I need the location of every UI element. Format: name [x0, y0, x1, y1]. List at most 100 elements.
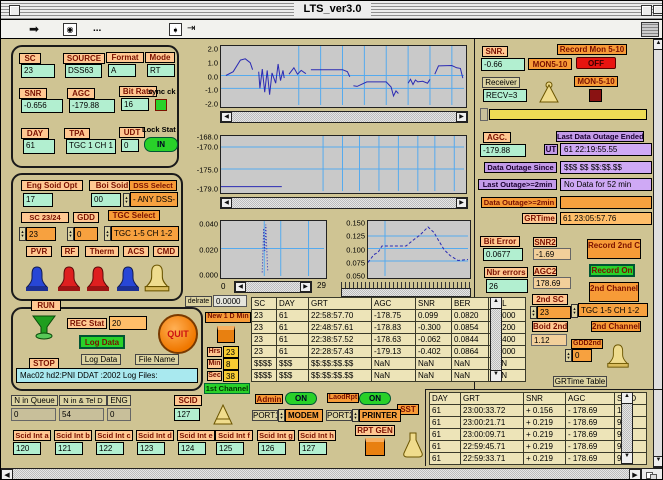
- day-field[interactable]: 61: [23, 139, 55, 154]
- main-table-scroll-up-icon[interactable]: ▲: [490, 297, 502, 309]
- laodrpt-on-button[interactable]: ON: [359, 392, 391, 405]
- dss-select-field[interactable]: - ANY DSS-: [130, 192, 178, 207]
- collapse-box-icon[interactable]: [653, 5, 663, 16]
- scid-int-c-field[interactable]: 122: [96, 442, 124, 455]
- port1-stepper[interactable]: ▲▼: [278, 409, 285, 422]
- gdd2-field[interactable]: 0: [572, 349, 592, 362]
- close-box-icon[interactable]: [9, 5, 20, 16]
- source-field[interactable]: DSS63: [65, 64, 102, 78]
- scroll-right-icon[interactable]: ▶: [629, 469, 641, 480]
- scroll-up-icon[interactable]: ▲: [653, 39, 663, 50]
- connector-pane-icon[interactable]: [641, 22, 659, 37]
- port1-field[interactable]: MODEM: [285, 409, 323, 422]
- title-bar[interactable]: LTS_ver3.0: [1, 1, 663, 20]
- receiver-field[interactable]: RECV=3: [483, 89, 527, 102]
- sc2324-field[interactable]: 23: [26, 227, 56, 241]
- vertical-scrollbar[interactable]: [653, 39, 663, 468]
- table-row[interactable]: 236122:48:57.61-178.83-0.3000.08540.0200: [252, 322, 526, 334]
- dss-select-stepper[interactable]: ▲▼: [123, 193, 130, 207]
- scid-int-g-field[interactable]: 126: [258, 442, 286, 455]
- hrs-field[interactable]: 23: [223, 346, 239, 358]
- scid-int-e-field[interactable]: 124: [178, 442, 206, 455]
- ber-hist-scroll-left-icon[interactable]: ◀: [235, 282, 246, 292]
- snr-chart-scrollbar[interactable]: [220, 111, 468, 123]
- snr-chart-scroll-right-icon[interactable]: ▶: [456, 112, 467, 122]
- grt-table-scroll-up-icon[interactable]: ▲: [621, 392, 633, 404]
- quit-button[interactable]: QUIT: [158, 314, 198, 354]
- eng-soid-opt-field[interactable]: 17: [23, 193, 53, 207]
- table-row[interactable]: $$$$$$$$$:$$:$$.$$NaNNaNNaNNaN: [252, 358, 526, 370]
- delrate-field[interactable]: 0.0000: [213, 295, 247, 307]
- rpt-gen-button[interactable]: [365, 438, 385, 456]
- bit-error-field[interactable]: 0.0677: [483, 248, 523, 261]
- rec-stat-field[interactable]: 20: [109, 316, 147, 330]
- record-on-button[interactable]: Record On: [589, 264, 635, 277]
- log-end-icon[interactable]: ⇥: [187, 23, 195, 34]
- format-field[interactable]: A: [108, 64, 136, 77]
- mon-slider[interactable]: [489, 109, 647, 120]
- table-row[interactable]: 6123:00:33.72+ 0.156- 178.69100: [430, 405, 647, 417]
- table-row[interactable]: 236122:58:57.70-178.750.0990.08200.0000: [252, 310, 526, 322]
- scid-field[interactable]: 127: [174, 408, 200, 421]
- boi-soid-opt-field[interactable]: 00: [91, 193, 121, 207]
- tgc-select-field[interactable]: TGC 1-5 CH 1-2: [111, 226, 179, 241]
- scid-int-d-field[interactable]: 123: [137, 442, 165, 455]
- ber-hist-scroll-right-icon[interactable]: ▶: [300, 282, 311, 292]
- zoom-box-icon[interactable]: [641, 5, 652, 16]
- table-row[interactable]: 6122:59:33.71+ 0.219- 178.6995: [430, 453, 647, 465]
- mon-snr-field[interactable]: -0.66: [481, 58, 525, 71]
- ber-trend-scrollbar[interactable]: [341, 288, 471, 297]
- gdd-stepper[interactable]: ▲▼: [67, 227, 74, 241]
- snr-chart-scroll-left-icon[interactable]: ◀: [221, 112, 232, 122]
- udt-field[interactable]: 0: [121, 139, 139, 152]
- tgc-select-stepper[interactable]: ▲▼: [104, 226, 111, 241]
- sec-field[interactable]: 38: [223, 370, 239, 382]
- log-begin-icon[interactable]: ➧: [169, 23, 182, 36]
- mon510-button[interactable]: MON5-10: [528, 58, 572, 70]
- table-row[interactable]: 6123:00:21.71+ 0.219- 178.6999: [430, 417, 647, 429]
- ellipsis-icon[interactable]: ...: [93, 23, 101, 34]
- log-data-button[interactable]: Log Data: [79, 335, 125, 349]
- main-table-scroll-down-icon[interactable]: ▼: [490, 370, 502, 382]
- table-row[interactable]: $$$$$$$$$:$$:$$.$$NaNNaNNaNNaN: [252, 370, 526, 382]
- sc2324-stepper[interactable]: ▲▼: [19, 227, 26, 241]
- horizontal-scrollbar[interactable]: [1, 468, 653, 480]
- run-arrow-icon[interactable]: ➡: [29, 22, 39, 36]
- min-field[interactable]: 8: [223, 358, 239, 370]
- second-sc-stepper[interactable]: ▲▼: [530, 306, 537, 319]
- table-row[interactable]: 236122:38:57.52-178.63-0.0620.08440.0400: [252, 334, 526, 346]
- second-sc-field[interactable]: 23: [537, 306, 571, 319]
- table-row[interactable]: 6123:00:09.71+ 0.219- 178.6998: [430, 429, 647, 441]
- scid-int-f-field[interactable]: 125: [216, 442, 244, 455]
- agc-chart-scroll-right-icon[interactable]: ▶: [456, 198, 467, 208]
- mode-field[interactable]: RT: [147, 64, 175, 77]
- tgc2-stepper[interactable]: ▲▼: [571, 304, 578, 318]
- mode-icon[interactable]: ◉: [63, 23, 77, 36]
- table-row[interactable]: 6122:59:45.71+ 0.219- 178.6996: [430, 441, 647, 453]
- bit-rate-field[interactable]: 16: [121, 98, 149, 111]
- grow-box-icon[interactable]: [641, 468, 663, 480]
- table-row[interactable]: 236122:28:57.43-179.13-0.4020.08640.0000: [252, 346, 526, 358]
- sc-field[interactable]: 23: [21, 64, 55, 78]
- agc-chart-scroll-left-icon[interactable]: ◀: [221, 198, 232, 208]
- agc-chart-scrollbar[interactable]: [220, 197, 468, 209]
- admin-on-button[interactable]: ON: [285, 392, 317, 405]
- sync-ck-led[interactable]: [155, 99, 167, 111]
- run-funnel-icon[interactable]: [31, 314, 57, 340]
- gdd2-stepper[interactable]: ▲▼: [565, 349, 572, 362]
- off-button[interactable]: OFF: [576, 57, 616, 69]
- snr-field[interactable]: -0.656: [21, 99, 63, 113]
- nbr-errors-field[interactable]: 26: [486, 279, 528, 293]
- tpa-field[interactable]: TGC 1 CH 1: [66, 139, 116, 154]
- file-path-field[interactable]: Mac02 hd2:PNI DDAT :2002 Log Files:: [16, 368, 198, 383]
- gdd-field[interactable]: 0: [74, 227, 98, 241]
- scid-int-h-field[interactable]: 127: [299, 442, 327, 455]
- scroll-left-icon[interactable]: ◀: [1, 469, 13, 480]
- mon-agc-field[interactable]: -179.88: [480, 144, 526, 157]
- lock-stat-indicator[interactable]: IN: [144, 137, 178, 152]
- agc-field[interactable]: -179.88: [69, 99, 115, 113]
- grt-table-scroll-down-icon[interactable]: ▼: [621, 452, 633, 464]
- new-1dmin-button[interactable]: [217, 326, 235, 343]
- scid-int-a-field[interactable]: 120: [13, 442, 41, 455]
- scid-int-b-field[interactable]: 121: [55, 442, 83, 455]
